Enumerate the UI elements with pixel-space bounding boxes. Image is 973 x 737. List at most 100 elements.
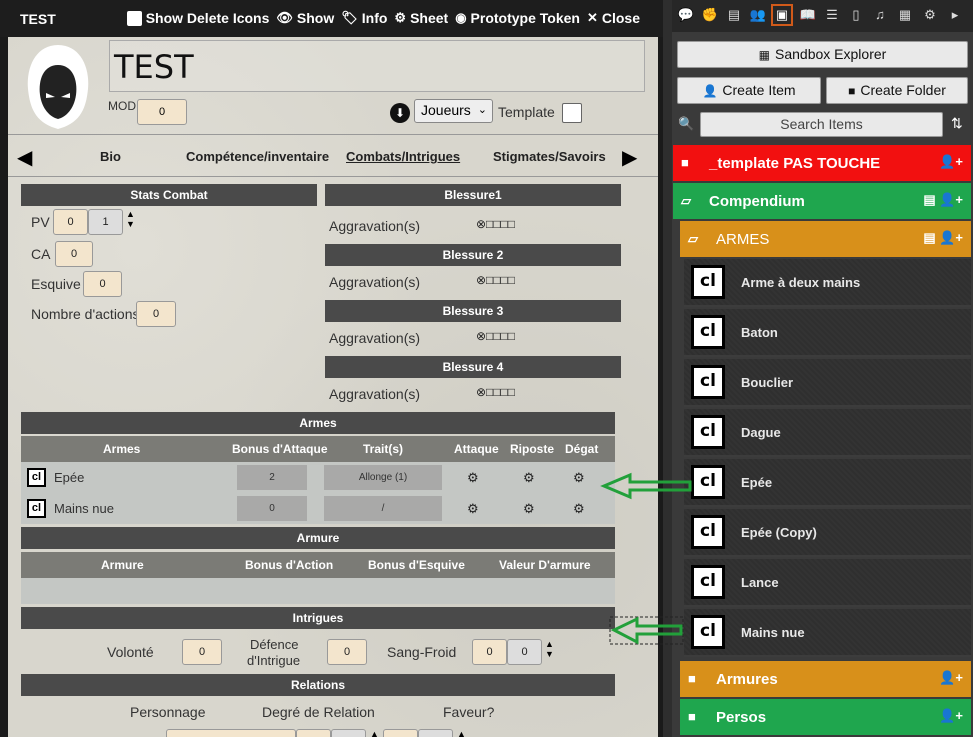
search-input[interactable]: Search Items bbox=[700, 112, 943, 137]
folder-open-icon: ▱ bbox=[681, 193, 691, 208]
add-user-icon[interactable]: 👤+ bbox=[939, 670, 963, 686]
arrow-down-circle-icon[interactable]: ⬇ bbox=[390, 103, 410, 123]
owner-select[interactable]: Joueurs ⌄ bbox=[414, 99, 493, 123]
ca-input[interactable]: 0 bbox=[55, 241, 93, 267]
checkbox-icon[interactable] bbox=[126, 10, 142, 26]
relation-favor-input[interactable] bbox=[383, 729, 418, 737]
list-item[interactable]: cl Arme à deux mains bbox=[684, 259, 971, 307]
item-cl-icon[interactable]: cl bbox=[27, 499, 46, 518]
create-item-button[interactable]: 👤 Create Item bbox=[677, 77, 821, 104]
damage-dice-icon[interactable]: ⚙ bbox=[573, 470, 585, 486]
list-item[interactable]: cl Baton bbox=[684, 309, 971, 357]
pv-stepper-icon[interactable]: ▲ ▼ bbox=[126, 209, 135, 229]
tab-bio[interactable]: Bio bbox=[100, 149, 121, 164]
actors-icon[interactable]: 👥 bbox=[747, 4, 769, 26]
weapon-name: Mains nue bbox=[54, 501, 114, 516]
compendium-icon[interactable]: ▦ bbox=[894, 4, 916, 26]
list-item[interactable]: cl Bouclier bbox=[684, 359, 971, 407]
avatar-hood-icon[interactable] bbox=[22, 43, 94, 131]
relation-degree-max-input[interactable] bbox=[331, 729, 366, 737]
relation-favor-max-input[interactable] bbox=[418, 729, 453, 737]
sangfroid-stepper-icon[interactable]: ▲ ▼ bbox=[545, 639, 554, 659]
folder-name: Armures bbox=[716, 671, 778, 688]
wound-3-checkboxes[interactable]: ⊗□□□□ bbox=[476, 329, 515, 343]
list-item[interactable]: cl Epée bbox=[684, 459, 971, 507]
relation-favor-stepper-icon[interactable]: ▲ bbox=[457, 729, 466, 737]
relation-degree-input[interactable] bbox=[296, 729, 331, 737]
esquive-input[interactable]: 0 bbox=[83, 271, 122, 297]
folder-open-icon: ▱ bbox=[688, 231, 698, 246]
create-folder-button[interactable]: ■ Create Folder bbox=[826, 77, 968, 104]
folder-persos[interactable]: ■ Persos 👤+ bbox=[680, 699, 971, 735]
close-button[interactable]: ✕ Close bbox=[587, 10, 640, 26]
relation-character-input[interactable] bbox=[166, 729, 296, 737]
map-icon[interactable]: ▤ bbox=[723, 4, 745, 26]
tab-competence-inventaire[interactable]: Compétence/inventaire bbox=[186, 149, 329, 164]
list-item[interactable]: cl Lance bbox=[684, 559, 971, 607]
playlists-icon[interactable]: ♫ bbox=[869, 4, 891, 26]
items-icon[interactable]: ▣ bbox=[771, 4, 793, 26]
weapon-bonus[interactable]: 0 bbox=[237, 496, 307, 521]
folder-armures[interactable]: ■ Armures 👤+ bbox=[680, 661, 971, 697]
folder-compendium[interactable]: ▱ Compendium ▤ 👤+ bbox=[673, 183, 971, 219]
weapon-traits[interactable]: / bbox=[324, 496, 442, 521]
attack-dice-icon[interactable]: ⚙ bbox=[467, 470, 479, 486]
wound-2-checkboxes[interactable]: ⊗□□□□ bbox=[476, 273, 515, 287]
wound-4-checkboxes[interactable]: ⊗□□□□ bbox=[476, 385, 515, 399]
add-user-icon[interactable]: 👤+ bbox=[939, 154, 963, 170]
relation-stepper-icon[interactable]: ▲ bbox=[370, 729, 379, 737]
defence-input[interactable]: 0 bbox=[327, 639, 367, 665]
damage-dice-icon[interactable]: ⚙ bbox=[573, 501, 585, 517]
add-folder-user-icon[interactable]: ▤ 👤+ bbox=[923, 230, 963, 246]
weapon-bonus[interactable]: 2 bbox=[237, 465, 307, 490]
volonte-input[interactable]: 0 bbox=[182, 639, 222, 665]
col-riposte: Riposte bbox=[510, 442, 555, 456]
pv-max-input[interactable]: 1 bbox=[88, 209, 123, 235]
chat-icon[interactable]: 💬 bbox=[675, 4, 697, 26]
info-button[interactable]: 🏷 Info bbox=[341, 10, 387, 26]
sort-icon[interactable]: ⇅ bbox=[951, 115, 963, 132]
list-item[interactable]: cl Mains nue bbox=[684, 609, 971, 657]
prototype-token-button[interactable]: ◉ Prototype Token bbox=[455, 10, 580, 26]
item-cl-icon: cl bbox=[691, 565, 725, 599]
character-name-input[interactable]: TEST bbox=[109, 40, 645, 92]
list-item[interactable]: cl Epée (Copy) bbox=[684, 509, 971, 557]
template-checkbox[interactable] bbox=[562, 103, 582, 123]
folder-template-pas-touche[interactable]: ■ _template PAS TOUCHE 👤+ bbox=[673, 145, 971, 181]
tab-combats-intrigues[interactable]: Combats/Intrigues bbox=[346, 149, 460, 164]
show-delete-icons-toggle[interactable]: Show Delete Icons bbox=[126, 10, 269, 26]
col-valeur-armure: Valeur D'armure bbox=[499, 558, 591, 572]
add-folder-user-icon[interactable]: ▤ 👤+ bbox=[923, 192, 963, 208]
riposte-dice-icon[interactable]: ⚙ bbox=[523, 501, 535, 517]
weapon-traits[interactable]: Allonge (1) bbox=[324, 465, 442, 490]
col-traits: Trait(s) bbox=[363, 442, 404, 456]
owner-select-value: Joueurs bbox=[421, 102, 471, 118]
list-item[interactable]: cl Dague bbox=[684, 409, 971, 457]
folder-armes[interactable]: ▱ ARMES ▤ 👤+ bbox=[680, 221, 971, 257]
sandbox-explorer-button[interactable]: ▦ Sandbox Explorer bbox=[677, 41, 968, 68]
actions-input[interactable]: 0 bbox=[136, 301, 176, 327]
cards-icon[interactable]: ▯ bbox=[845, 4, 867, 26]
nav-left-arrow-icon[interactable]: ◀ bbox=[17, 145, 32, 170]
sheet-titlebar[interactable]: TEST Show Delete Icons 👁 Show 🏷 Info ⚙ Shee… bbox=[0, 0, 663, 37]
journal-icon[interactable]: 📖 bbox=[797, 4, 819, 26]
settings-icon[interactable]: ⚙ bbox=[919, 4, 941, 26]
tables-icon[interactable]: ☰ bbox=[821, 4, 843, 26]
tab-stigmates-savoirs[interactable]: Stigmates/Savoirs bbox=[493, 149, 606, 164]
item-cl-icon[interactable]: cl bbox=[27, 468, 46, 487]
sheet-button[interactable]: ⚙ Sheet bbox=[394, 10, 448, 26]
collapse-icon[interactable]: ▸ bbox=[944, 4, 966, 26]
pv-input[interactable]: 0 bbox=[53, 209, 88, 235]
add-user-icon[interactable]: 👤+ bbox=[939, 708, 963, 724]
gear-icon: ⚙ bbox=[394, 10, 407, 25]
sangfroid-max-input[interactable]: 0 bbox=[507, 639, 542, 665]
mod-input[interactable]: 0 bbox=[137, 99, 187, 125]
attack-dice-icon[interactable]: ⚙ bbox=[467, 501, 479, 517]
riposte-dice-icon[interactable]: ⚙ bbox=[523, 470, 535, 486]
wound-1-checkboxes[interactable]: ⊗□□□□ bbox=[476, 217, 515, 231]
nav-right-arrow-icon[interactable]: ▶ bbox=[622, 145, 637, 170]
combat-icon[interactable]: ✊ bbox=[699, 4, 721, 26]
sangfroid-input[interactable]: 0 bbox=[472, 639, 507, 665]
show-button[interactable]: 👁 Show bbox=[276, 10, 334, 26]
search-icon: 🔍 bbox=[678, 116, 695, 131]
